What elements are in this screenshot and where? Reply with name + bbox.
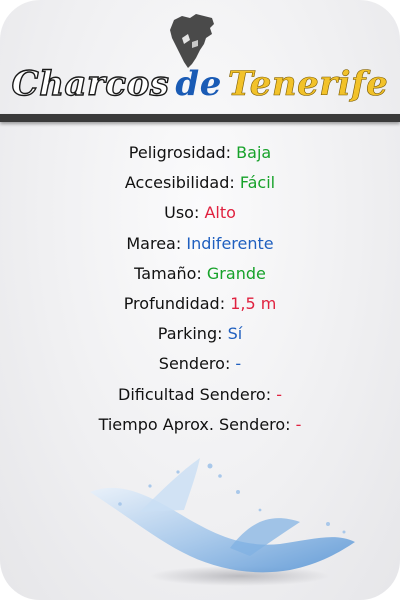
detail-value: - [295, 414, 302, 434]
detail-label: Uso: [164, 203, 200, 223]
detail-row-marea: Marea: Indiferente [0, 233, 400, 263]
info-card: Charcos de Tenerife Peligrosidad: Baja Acc… [0, 0, 400, 600]
detail-row-peligrosidad: Peligrosidad: Baja [0, 142, 400, 172]
detail-label: Tamaño: [134, 263, 202, 283]
detail-label: Profundidad: [123, 293, 226, 313]
detail-label: Tiempo Aprox. Sendero: [98, 414, 291, 434]
detail-label: Parking: [157, 324, 223, 344]
detail-label: Peligrosidad: [128, 143, 232, 162]
title-word-tenerife: Tenerife [227, 64, 389, 105]
page-title: Charcos de Tenerife [0, 63, 400, 105]
title-word-de: de [175, 64, 222, 104]
detail-value: Indiferente [186, 233, 274, 253]
detail-value: 1,5 m [230, 293, 277, 313]
detail-row-uso: Uso: Alto [0, 202, 400, 232]
detail-row-tiempo-sendero: Tiempo Aprox. Sendero: - [0, 414, 400, 444]
header-divider [0, 114, 400, 122]
detail-row-accesibilidad: Accesibilidad: Fácil [0, 172, 400, 202]
detail-row-dificultad-sendero: Dificultad Sendero: - [0, 384, 400, 414]
detail-label: Marea: [126, 233, 182, 253]
detail-value: Sí [227, 324, 243, 344]
detail-row-sendero: Sendero: - [0, 353, 400, 383]
detail-value: Grande [206, 263, 266, 283]
title-word-charcos: Charcos [11, 63, 170, 104]
detail-row-tamano: Tamaño: Grande [0, 263, 400, 293]
detail-value: Baja [236, 143, 272, 162]
detail-label: Dificultad Sendero: [118, 384, 272, 404]
detail-label: Sendero: [158, 354, 231, 374]
detail-label: Accesibilidad: [124, 173, 235, 193]
details-list: Peligrosidad: Baja Accesibilidad: Fácil … [0, 142, 400, 444]
detail-value: - [276, 384, 282, 404]
detail-row-profundidad: Profundidad: 1,5 m [0, 293, 400, 323]
detail-value: Fácil [239, 173, 276, 193]
detail-value: - [235, 354, 242, 374]
detail-row-parking: Parking: Sí [0, 323, 400, 353]
tenerife-island-icon [170, 14, 214, 68]
water-splash-icon [90, 458, 355, 586]
detail-value: Alto [204, 203, 236, 223]
